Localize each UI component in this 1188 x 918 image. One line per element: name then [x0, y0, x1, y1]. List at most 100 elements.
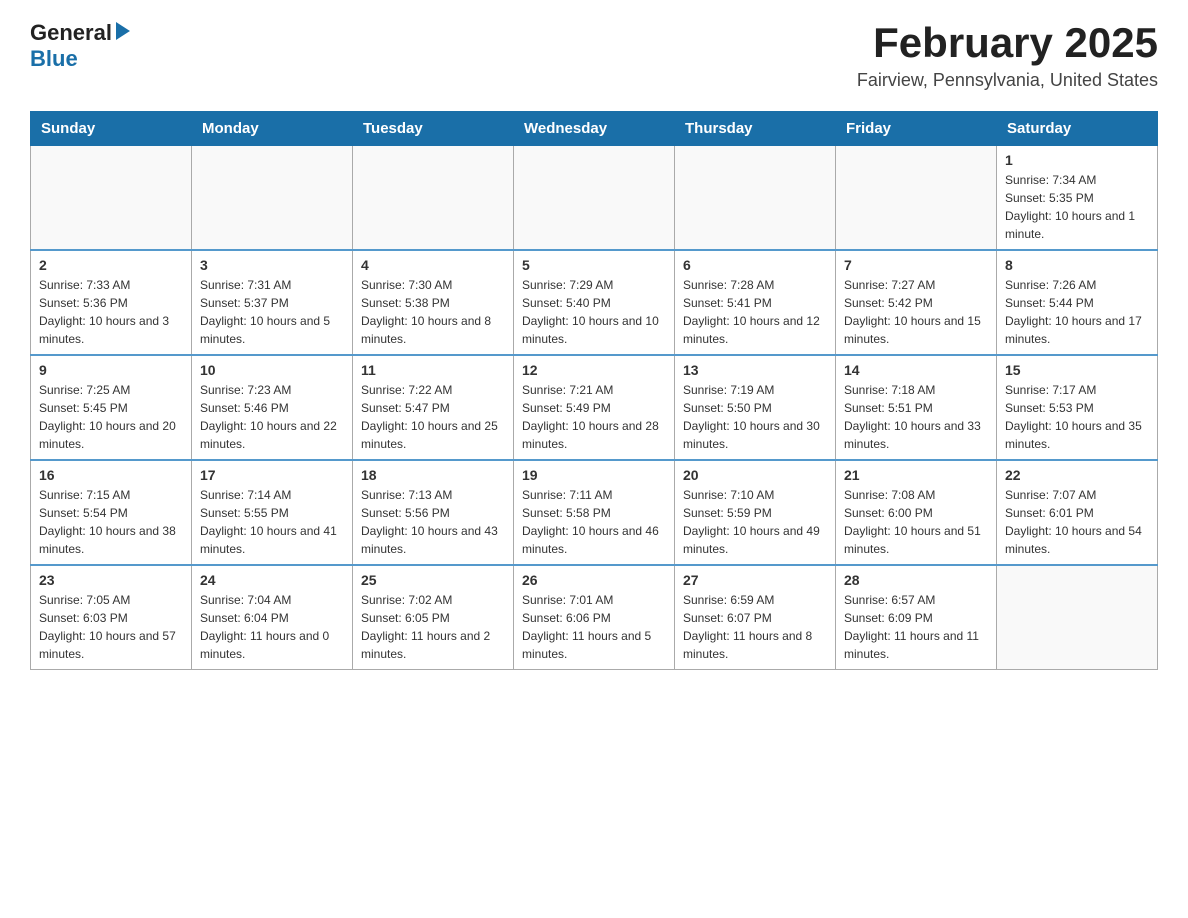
- sunset-text: Sunset: 5:59 PM: [683, 506, 772, 520]
- sunrise-text: Sunrise: 7:19 AM: [683, 383, 774, 397]
- sunset-text: Sunset: 5:49 PM: [522, 401, 611, 415]
- calendar-cell-w1-d6: [836, 146, 997, 251]
- daylight-text: Daylight: 11 hours and 0 minutes.: [200, 629, 329, 661]
- logo-arrow-icon: [116, 22, 130, 45]
- day-sun-info: Sunrise: 7:27 AMSunset: 5:42 PMDaylight:…: [844, 276, 988, 348]
- sunrise-text: Sunrise: 7:33 AM: [39, 278, 130, 292]
- calendar-cell-w3-d5: 13Sunrise: 7:19 AMSunset: 5:50 PMDayligh…: [675, 355, 836, 460]
- week-row-5: 23 Sunrise: 7:05 AM Sunset: 6:03 PM Dayligh…: [31, 565, 1158, 670]
- day-sun-info: Sunrise: 7:23 AMSunset: 5:46 PMDaylight:…: [200, 381, 344, 453]
- day-sun-info: Sunrise: 7:17 AMSunset: 5:53 PMDaylight:…: [1005, 381, 1149, 453]
- sunset-text: Sunset: 6:03 PM: [39, 611, 128, 625]
- calendar-cell-w2-d1: 2 Sunrise: 7:33 AMSunset: 5:36 PMDaylight…: [31, 250, 192, 355]
- sunset-text: Sunset: 5:45 PM: [39, 401, 128, 415]
- calendar-cell-w5-d3: 25Sunrise: 7:02 AMSunset: 6:05 PMDayligh…: [353, 565, 514, 670]
- day-number: 3: [200, 257, 344, 273]
- daylight-text: Daylight: 10 hours and 12 minutes.: [683, 314, 820, 346]
- sunrise-text: Sunrise: 7:02 AM: [361, 593, 452, 607]
- calendar-cell-w1-d5: [675, 146, 836, 251]
- day-sun-info: Sunrise: 7:25 AMSunset: 5:45 PMDaylight:…: [39, 381, 183, 453]
- daylight-text: Daylight: 10 hours and 35 minutes.: [1005, 419, 1142, 451]
- day-number: 24: [200, 572, 344, 588]
- sunrise-text: Sunrise: 7:10 AM: [683, 488, 774, 502]
- day-number: 21: [844, 467, 988, 483]
- day-number: 17: [200, 467, 344, 483]
- daylight-text: Daylight: 11 hours and 11 minutes.: [844, 629, 979, 661]
- sunrise-text: Sunrise: 7:01 AM: [522, 593, 613, 607]
- sunrise-text: Sunrise: 7:04 AM: [200, 593, 291, 607]
- col-friday: Friday: [836, 112, 997, 146]
- sunrise-text: Sunrise: 7:22 AM: [361, 383, 452, 397]
- sunrise-text: Sunrise: 7:11 AM: [522, 488, 613, 502]
- daylight-text: Daylight: 10 hours and 8 minutes.: [361, 314, 491, 346]
- calendar-cell-w2-d6: 7Sunrise: 7:27 AMSunset: 5:42 PMDaylight…: [836, 250, 997, 355]
- week-row-3: 9Sunrise: 7:25 AMSunset: 5:45 PMDaylight…: [31, 355, 1158, 460]
- day-sun-info: Sunrise: 7:33 AMSunset: 5:36 PMDaylight:…: [39, 276, 183, 348]
- day-number: 2: [39, 257, 183, 273]
- sunset-text: Sunset: 5:37 PM: [200, 296, 289, 310]
- calendar-cell-w3-d4: 12Sunrise: 7:21 AMSunset: 5:49 PMDayligh…: [514, 355, 675, 460]
- daylight-text: Daylight: 10 hours and 33 minutes.: [844, 419, 981, 451]
- calendar-cell-w5-d5: 27Sunrise: 6:59 AMSunset: 6:07 PMDayligh…: [675, 565, 836, 670]
- calendar-cell-w5-d2: 24 Sunrise: 7:04 AM Sunset: 6:04 PM Dayligh…: [192, 565, 353, 670]
- sunset-text: Sunset: 5:58 PM: [522, 506, 611, 520]
- calendar-cell-w3-d2: 10Sunrise: 7:23 AMSunset: 5:46 PMDayligh…: [192, 355, 353, 460]
- sunrise-text: Sunrise: 7:28 AM: [683, 278, 774, 292]
- calendar-title: February 2025: [857, 20, 1158, 66]
- calendar-cell-w3-d6: 14Sunrise: 7:18 AMSunset: 5:51 PMDayligh…: [836, 355, 997, 460]
- sunset-text: Sunset: 6:04 PM: [200, 611, 289, 625]
- daylight-text: Daylight: 10 hours and 17 minutes.: [1005, 314, 1142, 346]
- sunrise-text: Sunrise: 7:05 AM: [39, 593, 130, 607]
- daylight-text: Daylight: 10 hours and 38 minutes.: [39, 524, 176, 556]
- daylight-text: Daylight: 10 hours and 28 minutes.: [522, 419, 659, 451]
- day-number: 13: [683, 362, 827, 378]
- calendar-cell-w2-d5: 6Sunrise: 7:28 AMSunset: 5:41 PMDaylight…: [675, 250, 836, 355]
- daylight-text: Daylight: 11 hours and 5 minutes.: [522, 629, 651, 661]
- day-sun-info: Sunrise: 7:04 AM Sunset: 6:04 PM Daylight:…: [200, 591, 344, 663]
- calendar-table: Sunday Monday Tuesday Wednesday Thursday…: [30, 111, 1158, 670]
- calendar-cell-w5-d7: [997, 565, 1158, 670]
- sunset-text: Sunset: 5:41 PM: [683, 296, 772, 310]
- daylight-text: Daylight: 10 hours and 25 minutes.: [361, 419, 498, 451]
- calendar-cell-w4-d1: 16Sunrise: 7:15 AMSunset: 5:54 PMDayligh…: [31, 460, 192, 565]
- weekday-header-row: Sunday Monday Tuesday Wednesday Thursday…: [31, 112, 1158, 146]
- day-number: 26: [522, 572, 666, 588]
- daylight-text: Daylight: 10 hours and 3 minutes.: [39, 314, 169, 346]
- day-sun-info: Sunrise: 7:34 AMSunset: 5:35 PMDaylight:…: [1005, 171, 1149, 243]
- calendar-cell-w1-d1: [31, 146, 192, 251]
- daylight-text: Daylight: 10 hours and 49 minutes.: [683, 524, 820, 556]
- sunset-text: Sunset: 6:07 PM: [683, 611, 772, 625]
- calendar-cell-w1-d2: [192, 146, 353, 251]
- day-number: 11: [361, 362, 505, 378]
- sunrise-text: Sunrise: 7:29 AM: [522, 278, 613, 292]
- daylight-text: Daylight: 10 hours and 5 minutes.: [200, 314, 330, 346]
- daylight-text: Daylight: 10 hours and 46 minutes.: [522, 524, 659, 556]
- day-number: 19: [522, 467, 666, 483]
- day-number: 23: [39, 572, 183, 588]
- daylight-text: Daylight: 10 hours and 30 minutes.: [683, 419, 820, 451]
- sunset-text: Sunset: 6:09 PM: [844, 611, 933, 625]
- daylight-text: Daylight: 10 hours and 20 minutes.: [39, 419, 176, 451]
- sunrise-text: Sunrise: 7:34 AM: [1005, 173, 1096, 187]
- logo-top-line: General: [30, 20, 130, 46]
- week-row-2: 2 Sunrise: 7:33 AMSunset: 5:36 PMDaylight…: [31, 250, 1158, 355]
- calendar-cell-w4-d6: 21Sunrise: 7:08 AMSunset: 6:00 PMDayligh…: [836, 460, 997, 565]
- day-sun-info: Sunrise: 7:02 AMSunset: 6:05 PMDaylight:…: [361, 591, 505, 663]
- col-thursday: Thursday: [675, 112, 836, 146]
- sunset-text: Sunset: 5:44 PM: [1005, 296, 1094, 310]
- calendar-cell-w2-d2: 3Sunrise: 7:31 AMSunset: 5:37 PMDaylight…: [192, 250, 353, 355]
- daylight-text: Daylight: 10 hours and 41 minutes.: [200, 524, 337, 556]
- day-sun-info: Sunrise: 7:22 AMSunset: 5:47 PMDaylight:…: [361, 381, 505, 453]
- day-number: 5: [522, 257, 666, 273]
- page-header: General Blue February 2025 Fairview, Pen…: [30, 20, 1158, 91]
- calendar-cell-w1-d4: [514, 146, 675, 251]
- day-sun-info: Sunrise: 7:30 AMSunset: 5:38 PMDaylight:…: [361, 276, 505, 348]
- sunset-text: Sunset: 6:01 PM: [1005, 506, 1094, 520]
- day-sun-info: Sunrise: 7:05 AMSunset: 6:03 PMDaylight:…: [39, 591, 183, 663]
- col-sunday: Sunday: [31, 112, 192, 146]
- sunrise-text: Sunrise: 7:13 AM: [361, 488, 452, 502]
- daylight-text: Daylight: 10 hours and 54 minutes.: [1005, 524, 1142, 556]
- day-number: 28: [844, 572, 988, 588]
- sunset-text: Sunset: 5:35 PM: [1005, 191, 1094, 205]
- calendar-cell-w3-d7: 15Sunrise: 7:17 AMSunset: 5:53 PMDayligh…: [997, 355, 1158, 460]
